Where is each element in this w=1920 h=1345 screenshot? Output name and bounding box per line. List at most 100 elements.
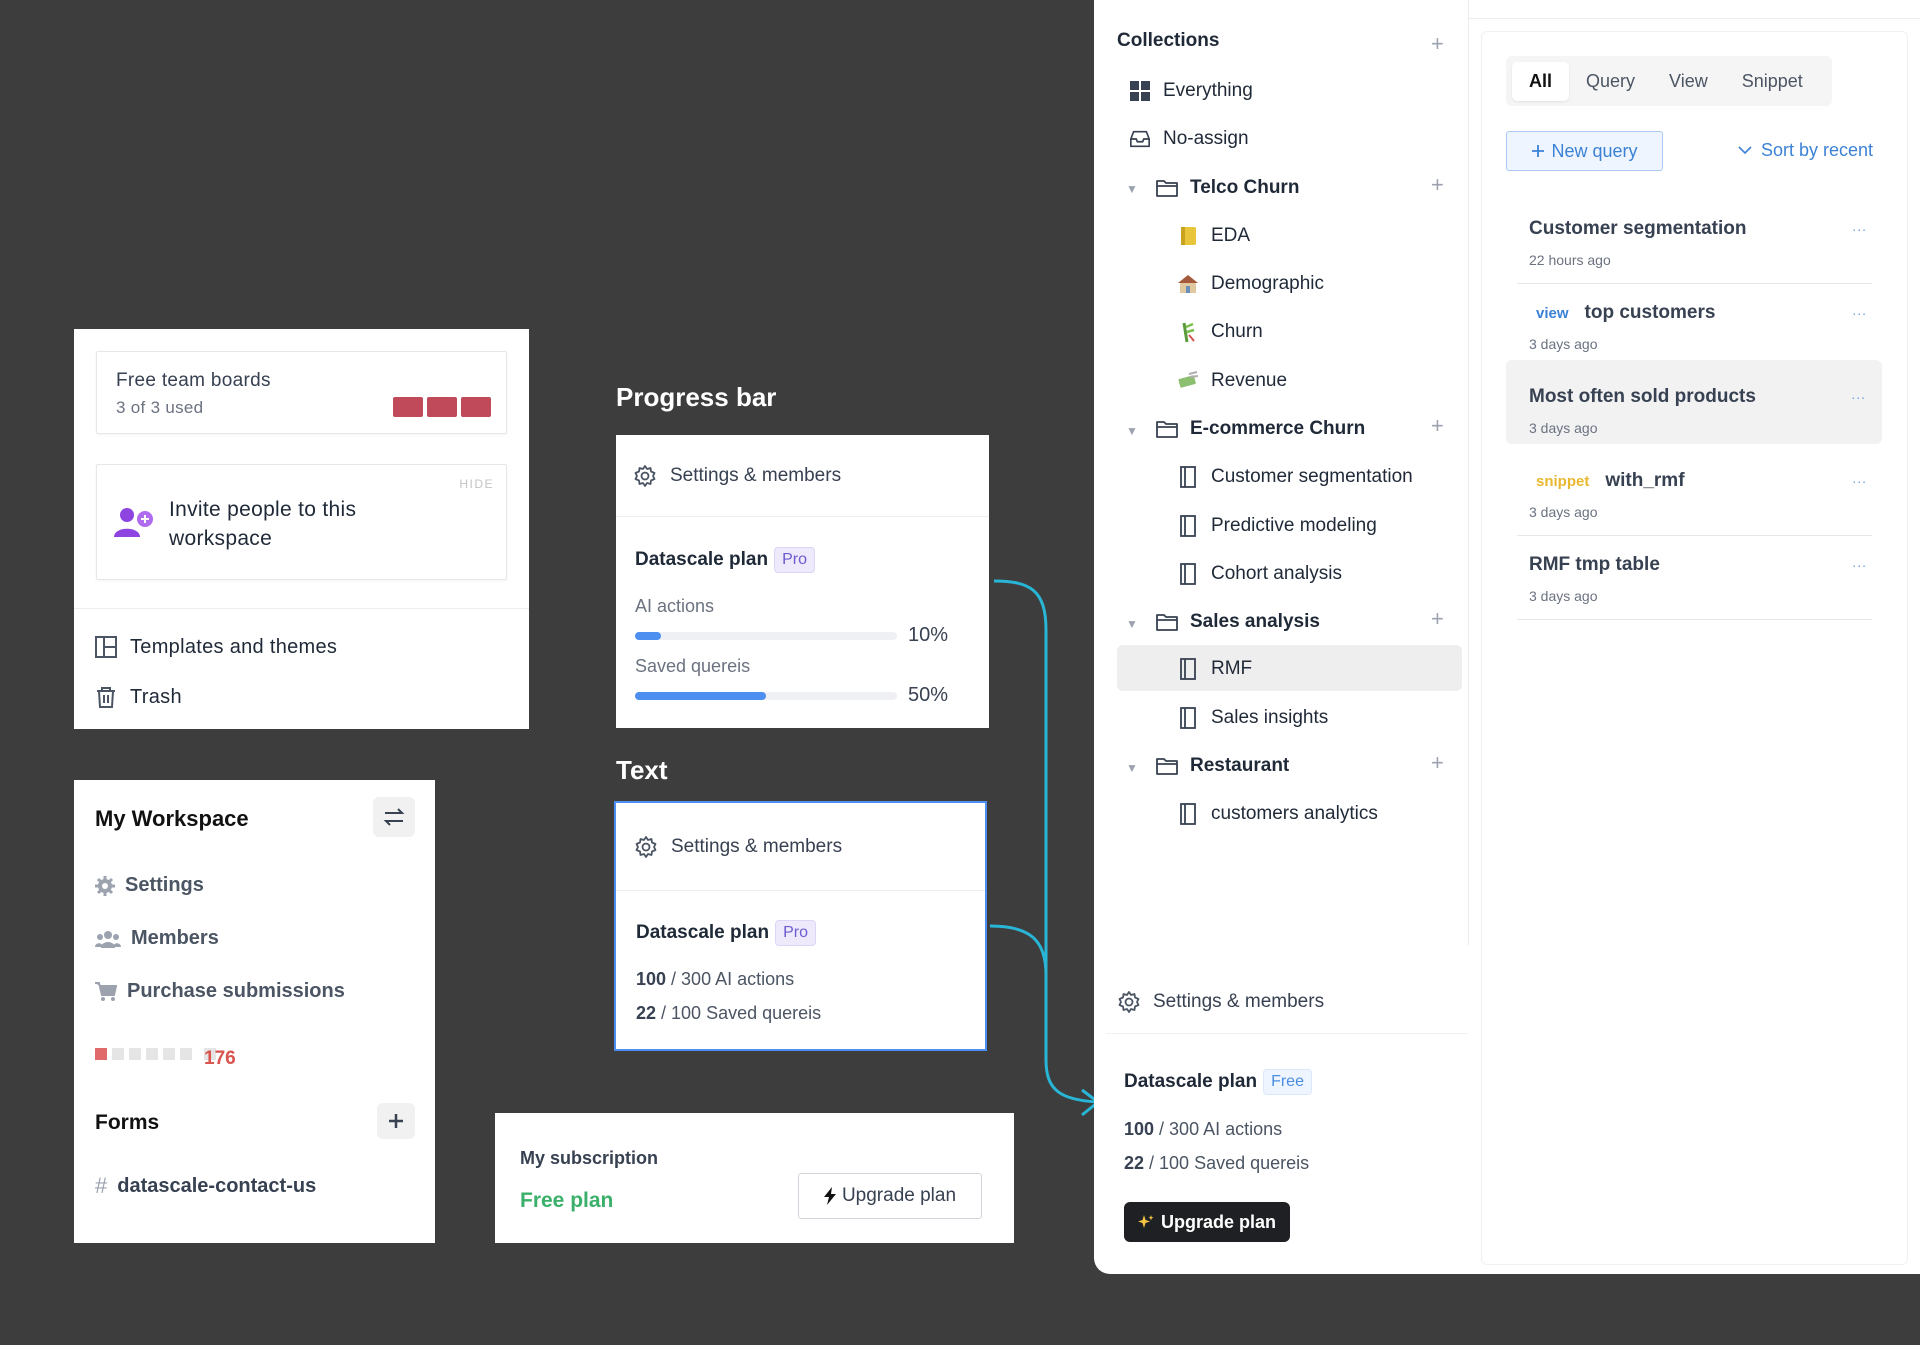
chevron-down-icon <box>1738 146 1752 155</box>
query-list-item[interactable]: view top customers 3 days ago ... <box>1517 286 1872 368</box>
pane-divider <box>1468 0 1469 945</box>
folder-label: Sales analysis <box>1190 611 1320 632</box>
sparkle-icon <box>1137 1214 1154 1230</box>
sort-label: Sort by recent <box>1761 140 1874 160</box>
folder-icon <box>1156 420 1178 438</box>
folder-label: Restaurant <box>1190 755 1290 776</box>
notebook-icon <box>1177 515 1199 537</box>
upgrade-plan-button[interactable]: Upgrade plan <box>1124 1202 1290 1242</box>
folder-label: Telco Churn <box>1190 177 1300 198</box>
saved-queries-stat: 22 / 100 Saved quereis <box>1124 1153 1309 1174</box>
ai-actions-total: / 300 AI actions <box>1154 1119 1283 1139</box>
collapse-caret-icon[interactable]: ▼ <box>1126 182 1138 196</box>
queries-pane: All Query View Snippet New query Sort by… <box>1481 31 1908 1265</box>
folder-icon <box>1156 757 1178 775</box>
add-to-folder-button[interactable]: + <box>1431 174 1444 196</box>
item-label: RMF <box>1211 658 1253 679</box>
query-title: Customer segmentation <box>1529 218 1746 240</box>
item-churn[interactable]: Churn <box>1177 312 1263 352</box>
add-collection-button[interactable]: + <box>1431 33 1444 55</box>
item-label: Customer segmentation <box>1211 466 1413 487</box>
folder-sales-analysis[interactable]: Sales analysis <box>1156 602 1320 642</box>
ai-actions-used: 100 <box>1124 1119 1155 1139</box>
settings-members-header[interactable]: Settings & members <box>1106 970 1468 1034</box>
top-divider <box>1468 18 1920 19</box>
query-title-text: with_rmf <box>1605 470 1685 491</box>
collapse-caret-icon[interactable]: ▼ <box>1126 761 1138 775</box>
item-cohort-analysis[interactable]: Cohort analysis <box>1177 554 1342 594</box>
query-title: snippet with_rmf <box>1529 470 1685 492</box>
item-sales-insights[interactable]: Sales insights <box>1177 698 1328 738</box>
bamboo-emoji-icon <box>1177 321 1199 343</box>
saved-queries-used: 22 <box>1124 1153 1145 1173</box>
money-emoji-icon <box>1177 371 1199 391</box>
query-time: 3 days ago <box>1529 588 1598 604</box>
add-to-folder-button[interactable]: + <box>1431 752 1444 774</box>
new-query-label: New query <box>1551 140 1638 161</box>
plan-title: Datascale plan Free <box>1124 1069 1312 1095</box>
more-options-icon[interactable]: ... <box>1852 554 1867 570</box>
collapse-caret-icon[interactable]: ▼ <box>1126 617 1138 631</box>
item-demographic[interactable]: Demographic <box>1177 264 1324 304</box>
more-options-icon[interactable]: ... <box>1851 386 1866 402</box>
notebook-emoji-icon <box>1177 226 1199 246</box>
item-label: EDA <box>1211 225 1251 246</box>
folder-label: E-commerce Churn <box>1190 418 1366 439</box>
collections-title: Collections <box>1117 30 1220 51</box>
notebook-icon <box>1177 658 1199 680</box>
more-options-icon[interactable]: ... <box>1852 470 1867 486</box>
collapse-caret-icon[interactable]: ▼ <box>1126 424 1138 438</box>
add-to-folder-button[interactable]: + <box>1431 608 1444 630</box>
tab-all[interactable]: All <box>1512 61 1570 101</box>
collection-no-assign[interactable]: No-assign <box>1129 119 1249 159</box>
query-list-item[interactable]: Customer segmentation 22 hours ago ... <box>1517 202 1872 284</box>
tab-view[interactable]: View <box>1652 62 1725 101</box>
selected-item-highlight <box>1117 645 1462 691</box>
tab-snippet[interactable]: Snippet <box>1725 62 1820 101</box>
gear-icon <box>1117 990 1141 1014</box>
query-title-text: top customers <box>1584 302 1716 323</box>
item-label: Sales insights <box>1211 707 1329 728</box>
query-type-tag: view <box>1536 304 1569 322</box>
item-eda[interactable]: EDA <box>1177 216 1250 256</box>
query-title-text: Most often sold products <box>1529 386 1756 407</box>
query-title: RMF tmp table <box>1529 554 1660 576</box>
query-list-item[interactable]: snippet with_rmf 3 days ago ... <box>1517 454 1872 536</box>
plan-badge: Free <box>1263 1069 1312 1095</box>
item-predictive-modeling[interactable]: Predictive modeling <box>1177 506 1377 546</box>
item-label: Predictive modeling <box>1211 515 1377 536</box>
new-query-button[interactable]: New query <box>1506 131 1663 171</box>
query-title: view top customers <box>1529 302 1715 324</box>
item-rmf[interactable]: RMF <box>1177 649 1252 689</box>
notebook-icon <box>1177 803 1199 825</box>
collection-everything[interactable]: Everything <box>1129 71 1253 111</box>
item-label: Cohort analysis <box>1211 563 1342 584</box>
more-options-icon[interactable]: ... <box>1852 302 1867 318</box>
app-window: Collections + Everything No-assign ▼ Tel… <box>1094 0 1920 1274</box>
everything-label: Everything <box>1163 80 1253 101</box>
query-title-text: Customer segmentation <box>1529 218 1747 239</box>
query-title: Most often sold products <box>1529 386 1756 408</box>
query-time: 3 days ago <box>1529 420 1598 436</box>
item-revenue[interactable]: Revenue <box>1177 361 1287 401</box>
more-options-icon[interactable]: ... <box>1852 218 1867 234</box>
item-label: Revenue <box>1211 370 1288 391</box>
notebook-icon <box>1177 707 1199 729</box>
sort-dropdown[interactable]: Sort by recent <box>1738 140 1873 161</box>
item-customers-analytics[interactable]: customers analytics <box>1177 794 1378 834</box>
query-list-item[interactable]: RMF tmp table 3 days ago ... <box>1517 538 1872 620</box>
folder-icon <box>1156 613 1178 631</box>
folder-ecommerce-churn[interactable]: E-commerce Churn <box>1156 409 1365 449</box>
folder-telco-churn[interactable]: Telco Churn <box>1156 168 1299 208</box>
folder-restaurant[interactable]: Restaurant <box>1156 746 1289 786</box>
query-list-item[interactable]: Most often sold products 3 days ago ... <box>1506 360 1882 444</box>
tab-query[interactable]: Query <box>1569 62 1652 101</box>
notebook-icon <box>1177 466 1199 488</box>
query-time: 3 days ago <box>1529 336 1598 352</box>
query-time: 22 hours ago <box>1529 252 1611 268</box>
item-customer-segmentation[interactable]: Customer segmentation <box>1177 457 1413 497</box>
settings-members-label: Settings & members <box>1153 990 1325 1012</box>
inbox-icon <box>1129 129 1151 149</box>
add-to-folder-button[interactable]: + <box>1431 415 1444 437</box>
ai-actions-stat: 100 / 300 AI actions <box>1124 1119 1282 1140</box>
